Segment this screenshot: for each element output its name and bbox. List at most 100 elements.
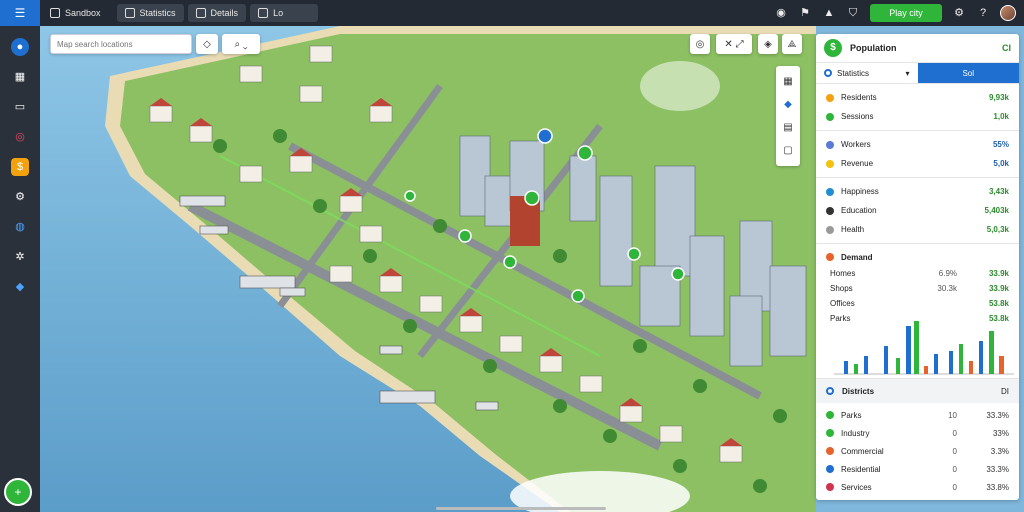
square-icon[interactable]: ▢ xyxy=(783,145,792,156)
tab-active[interactable]: Sol xyxy=(917,63,1019,83)
chevron-down-icon: ▾ xyxy=(905,68,910,78)
demand-row-label: Offices xyxy=(830,299,855,308)
stat-row[interactable]: Health 5,0,3k xyxy=(816,220,1019,239)
app-logo[interactable]: ☰ xyxy=(0,0,40,26)
district-label: Residential xyxy=(841,464,881,474)
map-search[interactable] xyxy=(50,34,192,54)
district-count: 0 xyxy=(952,464,957,474)
utility-icon: ✲ xyxy=(15,251,25,263)
coin-icon: $ xyxy=(11,158,29,176)
district-count: 0 xyxy=(952,482,957,492)
sidebar-item-monitor[interactable]: ▭ xyxy=(0,92,40,122)
grid-icon xyxy=(124,8,135,18)
search-icon: ⌕ ⌄ xyxy=(234,38,248,50)
measure-button[interactable]: ⟁ xyxy=(782,34,802,54)
sidebar-item-buildings[interactable]: ▦ xyxy=(0,62,40,92)
view-tab[interactable]: Statistics xyxy=(116,4,184,22)
monitor-icon: ▭ xyxy=(14,101,26,113)
play-button[interactable]: Play city xyxy=(870,4,942,22)
district-icon xyxy=(826,483,834,491)
search-input[interactable] xyxy=(57,39,185,49)
demand-row-label: Homes xyxy=(830,269,856,278)
district-icon xyxy=(826,411,834,419)
building-icon[interactable]: ▤ xyxy=(783,122,792,133)
menu-button[interactable]: Sandbox xyxy=(42,4,109,22)
menu-label: Sandbox xyxy=(65,8,101,18)
stat-value: 5,403k xyxy=(984,206,1009,215)
stat-icon xyxy=(826,159,834,168)
stat-row[interactable]: Education 5,403k xyxy=(816,201,1019,220)
stats-group-1: Residents 9,93k Sessions 1,0k xyxy=(816,84,1019,131)
layers-button[interactable]: ◈ xyxy=(758,34,778,54)
view-label: Statistics xyxy=(139,8,176,18)
district-label: Parks xyxy=(841,410,862,420)
tag-button[interactable]: ◇ xyxy=(196,34,218,54)
settings-icon[interactable]: ⚙ xyxy=(952,6,966,20)
demand-title: Demand xyxy=(841,252,873,262)
demand-row: Homes 6.9% 33.9k xyxy=(816,266,1019,281)
demand-row-mid: 6.9% xyxy=(938,269,957,278)
districts-close[interactable]: DI xyxy=(1001,387,1009,396)
sidebar-item-settings[interactable]: ⚙ xyxy=(0,182,40,212)
stat-value: 1,0k xyxy=(993,112,1009,121)
stats-panel: $ Population CI Statistics ▾ Sol Residen… xyxy=(816,34,1019,500)
stat-value: 5,0,3k xyxy=(986,225,1009,234)
compass-icon[interactable]: ◆ xyxy=(784,99,792,110)
doc-icon xyxy=(195,8,206,18)
sidebar-item-transport[interactable]: ◆ xyxy=(0,272,40,302)
grid-icon[interactable]: ▦ xyxy=(783,76,792,87)
sidebar-item-alerts[interactable]: ◎ xyxy=(0,122,40,152)
stat-value: 55% xyxy=(992,140,1009,149)
stat-icon xyxy=(826,225,834,234)
stat-row[interactable]: Happiness 3,43k xyxy=(816,182,1019,201)
sidebar-item-coins[interactable]: $ xyxy=(0,152,40,182)
tab-select-label: Statistics xyxy=(837,68,870,78)
circle-icon xyxy=(826,387,834,395)
shield-icon[interactable]: ⛉ xyxy=(846,6,860,20)
flag-icon[interactable]: ⚑ xyxy=(798,6,812,20)
sidebar-item-network[interactable]: ◍ xyxy=(0,212,40,242)
add-button[interactable]: + xyxy=(4,478,32,506)
district-row[interactable]: Residential 0 33.3% xyxy=(816,460,1019,478)
locate-button[interactable]: ◎ xyxy=(690,34,710,54)
sidebar-item-home[interactable]: ● xyxy=(0,32,40,62)
stat-label: Revenue xyxy=(841,159,874,168)
sidebar-item-utilities[interactable]: ✲ xyxy=(0,242,40,272)
mode-tab[interactable]: Lo xyxy=(250,4,319,22)
building-icon: ▦ xyxy=(14,71,26,83)
stat-icon xyxy=(826,187,834,196)
pin-icon[interactable]: ◉ xyxy=(774,6,788,20)
district-row[interactable]: Services 0 33.8% xyxy=(816,478,1019,496)
zoom-button[interactable]: ⌕ ⌄ xyxy=(222,34,260,54)
stat-icon xyxy=(826,206,834,215)
district-value: 3.3% xyxy=(990,446,1009,456)
chart-icon[interactable]: ▲ xyxy=(822,6,836,20)
expand-icon: ✕ ⤢ xyxy=(724,38,744,50)
stat-row[interactable]: Revenue 5,0k xyxy=(816,154,1019,173)
map-canvas[interactable] xyxy=(40,26,816,512)
stat-value: 5,0k xyxy=(993,159,1009,168)
help-icon[interactable]: ? xyxy=(976,6,990,20)
tab-select[interactable]: Statistics ▾ xyxy=(816,63,918,83)
district-row[interactable]: Industry 0 33% xyxy=(816,424,1019,442)
panel-title-value: CI xyxy=(1002,43,1011,53)
transform-button[interactable]: ✕ ⤢ xyxy=(716,34,752,54)
district-row[interactable]: Parks 10 33.3% xyxy=(816,406,1019,424)
stat-row[interactable]: Sessions 1,0k xyxy=(816,107,1019,126)
city-map[interactable] xyxy=(40,26,816,512)
map-scrollbar[interactable] xyxy=(436,507,606,510)
stat-row[interactable]: Residents 9,93k xyxy=(816,88,1019,107)
tool-label: Details xyxy=(210,8,239,18)
stat-label: Sessions xyxy=(841,112,874,121)
stats-group-3: Happiness 3,43k Education 5,403k Health 5,0,3… xyxy=(816,178,1019,244)
network-icon: ◍ xyxy=(15,221,25,233)
district-icon xyxy=(826,429,834,437)
stat-row[interactable]: Workers 55% xyxy=(816,135,1019,154)
tool-tab[interactable]: Details xyxy=(187,4,247,22)
district-row[interactable]: Commercial 0 3.3% xyxy=(816,442,1019,460)
avatar[interactable] xyxy=(1000,5,1016,21)
stat-icon xyxy=(826,93,834,102)
target-icon: ◎ xyxy=(695,38,705,50)
district-count: 0 xyxy=(952,428,957,438)
mode-label: Lo xyxy=(273,8,284,18)
